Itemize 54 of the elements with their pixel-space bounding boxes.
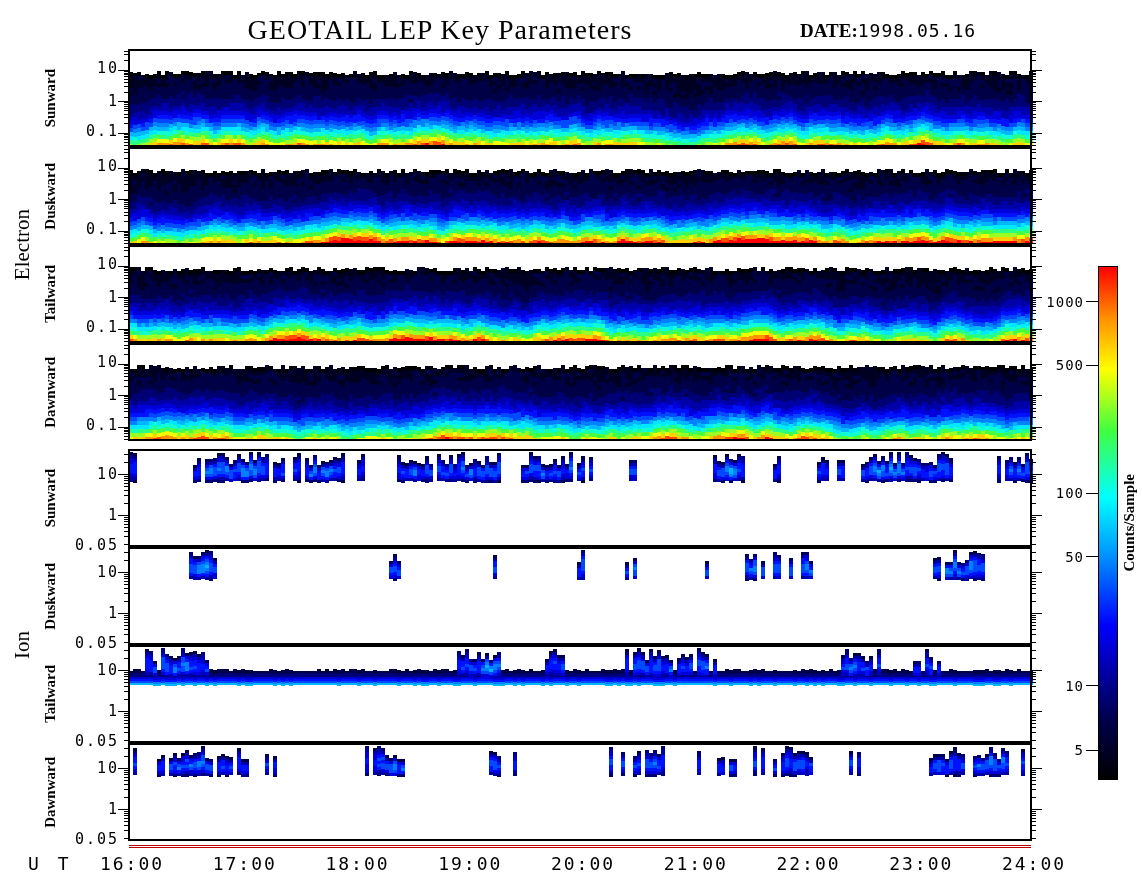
colorbar-tick-label: 500 <box>1055 357 1084 374</box>
direction-label: Dawnward <box>41 756 59 828</box>
direction-label: Sunward <box>41 68 59 128</box>
direction-label: Dawnward <box>41 356 59 428</box>
colorbar-tick-label: 10 <box>1065 677 1084 694</box>
direction-label: Sunward <box>41 468 59 528</box>
colorbar-tick-label: 1000 <box>1046 293 1084 310</box>
colorbar-tick-label: 50 <box>1065 548 1084 565</box>
colorbar-label: Counts/Sample <box>1120 474 1138 572</box>
y-tick-label: 0.1 <box>85 417 119 433</box>
y-tick-label: 1 <box>107 703 119 719</box>
y-tick-label: 0.1 <box>85 319 119 335</box>
y-tick-label: 10 <box>96 662 119 678</box>
direction-label: Duskward <box>41 162 59 230</box>
colorbar-tick-label: 5 <box>1074 742 1084 759</box>
time-tick-label: 22:00 <box>775 853 842 874</box>
y-tick-label: 1 <box>107 93 119 109</box>
direction-label: Tailward <box>41 265 59 323</box>
time-tick-label: 21:00 <box>662 853 729 874</box>
y-tick-label: 0.05 <box>74 537 119 553</box>
y-tick-label: 0.05 <box>74 831 119 847</box>
date-label: DATE: <box>800 20 858 42</box>
chart-title: GEOTAIL LEP Key Parameters <box>246 14 634 46</box>
y-tick-label: 10 <box>96 354 119 370</box>
direction-label: Duskward <box>41 562 59 630</box>
y-tick-label: 1 <box>107 605 119 621</box>
y-tick-label: 1 <box>107 387 119 403</box>
time-tick-label: 23:00 <box>888 853 955 874</box>
y-tick-label: 1 <box>107 191 119 207</box>
species-label: Electron <box>9 209 35 281</box>
y-tick-label: 10 <box>96 466 119 482</box>
species-label: Ion <box>9 631 35 659</box>
y-tick-label: 0.1 <box>85 123 119 139</box>
y-tick-label: 10 <box>96 256 119 272</box>
time-tick-label: 17:00 <box>211 853 278 874</box>
y-tick-label: 0.05 <box>74 733 119 749</box>
y-tick-label: 10 <box>96 158 119 174</box>
y-tick-label: 1 <box>107 289 119 305</box>
time-tick-label: 18:00 <box>324 853 391 874</box>
time-axis-label: U T <box>28 853 74 874</box>
time-tick-label: 19:00 <box>437 853 504 874</box>
y-tick-label: 10 <box>96 564 119 580</box>
time-tick-label: 16:00 <box>98 853 166 874</box>
date-value: 1998.05.16 <box>857 20 977 41</box>
y-tick-label: 1 <box>107 507 119 523</box>
direction-label: Tailward <box>41 665 59 723</box>
time-tick-label: 24:00 <box>1000 853 1068 874</box>
y-tick-label: 10 <box>96 760 119 776</box>
y-tick-label: 0.05 <box>74 635 119 651</box>
y-tick-label: 0.1 <box>85 221 119 237</box>
y-tick-label: 10 <box>96 60 119 76</box>
y-tick-label: 1 <box>107 801 119 817</box>
colorbar-tick-label: 100 <box>1055 485 1084 502</box>
time-tick-label: 20:00 <box>549 853 617 874</box>
